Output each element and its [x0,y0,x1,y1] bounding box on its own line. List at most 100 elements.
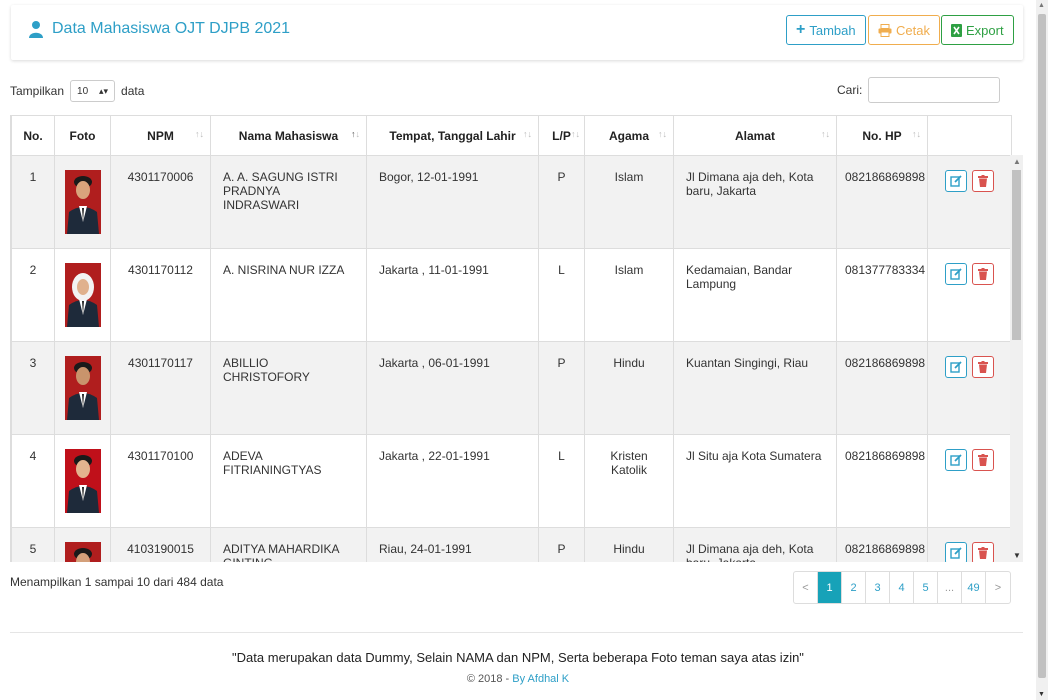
page-button-49[interactable]: 49 [962,572,986,603]
cell-foto [54,155,111,249]
cell-no: 1 [11,155,55,249]
table-row: 1 4301170006 A. A. SAGUNG ISTRI PRADNYA IN… [11,155,1011,249]
show-suffix: data [121,84,145,98]
edit-button[interactable] [945,356,967,378]
student-photo [64,263,101,327]
edit-button[interactable] [945,542,967,562]
search-label: Cari: [837,83,863,97]
next-page-button[interactable]: > [986,572,1010,603]
edit-button[interactable] [945,170,967,192]
prev-page-button[interactable]: < [794,572,818,603]
page-button-1[interactable]: 1 [818,572,842,603]
page-length-control: Tampilkan 10 ▴▾ data [10,80,144,102]
edit-icon [950,547,962,559]
cell-alamat: Jl Situ aja Kota Sumatera [673,434,837,528]
col-ttl[interactable]: Tempat, Tanggal Lahir ↑↓ [366,115,539,156]
edit-icon [950,175,962,187]
delete-button[interactable] [972,356,994,378]
edit-button[interactable] [945,263,967,285]
cell-foto [54,527,111,562]
sort-asc-icon: ↑↓ [351,129,360,139]
tambah-label: Tambah [809,22,856,38]
trash-icon [978,268,988,280]
cell-lp: P [538,341,585,435]
cell-ttl: Jakarta , 06-01-1991 [366,341,539,435]
page-button-4[interactable]: 4 [890,572,914,603]
page-button-3[interactable]: 3 [866,572,890,603]
cell-foto [54,248,111,342]
edit-icon [950,268,962,280]
cell-no: 4 [11,434,55,528]
cell-agama: Hindu [584,527,674,562]
table-scrollbar[interactable]: ▲ ▼ [1010,155,1023,562]
table-row: 2 4301170112 A. NISRINA NUR IZZA Jakarta , … [11,248,1011,342]
table-row: 3 4301170117 ABILLIO CHRISTOFORY Jakarta , … [11,341,1011,435]
col-hp-label: No. HP [862,128,902,143]
tambah-button[interactable]: + Tambah [786,15,866,45]
cell-foto [54,434,111,528]
cell-agama: Kristen Katolik [584,434,674,528]
col-alamat[interactable]: Alamat ↑↓ [673,115,837,156]
author-link[interactable]: By Afdhal K [512,673,569,685]
cetak-label: Cetak [896,22,930,38]
col-foto: Foto [54,115,111,156]
cell-agama: Islam [584,155,674,249]
col-nama[interactable]: Nama Mahasiswa ↑↓ [210,115,367,156]
col-npm[interactable]: NPM ↑↓ [110,115,211,156]
scroll-up-icon[interactable]: ▲ [1013,157,1021,166]
cell-npm: 4103190015 [110,527,211,562]
page-length-value: 10 [77,85,89,97]
scroll-down-icon[interactable]: ▼ [1013,551,1021,560]
cetak-button[interactable]: Cetak [868,15,940,45]
col-hp[interactable]: No. HP ↑↓ [836,115,928,156]
student-photo [64,542,101,562]
cell-no: 3 [11,341,55,435]
delete-button[interactable] [972,542,994,562]
cell-ttl: Jakarta , 22-01-1991 [366,434,539,528]
edit-button[interactable] [945,449,967,471]
cell-agama: Islam [584,248,674,342]
page-button-5[interactable]: 5 [914,572,938,603]
page-header: Data Mahasiswa OJT DJPB 2021 + Tambah Ce… [11,5,1023,60]
col-agama[interactable]: Agama ↑↓ [584,115,674,156]
table-row: 5 4103190015ADITYA MAHARDIKA GINTINGRiau,… [11,527,1011,562]
trash-icon [978,454,988,466]
user-icon [29,21,43,38]
cell-actions [927,248,1011,342]
show-prefix: Tampilkan [10,84,65,98]
export-button[interactable]: Export [941,15,1014,45]
table-scroll-thumb[interactable] [1012,170,1021,340]
page-title: Data Mahasiswa OJT DJPB 2021 [28,20,290,38]
delete-button[interactable] [972,263,994,285]
page-scroll-up-icon[interactable]: ▲ [1038,2,1045,9]
cell-hp: 082186869898 [836,155,928,249]
cell-alamat: Jl Dimana aja deh, Kota baru, Jakarta [673,155,837,249]
row-actions [932,170,1007,192]
page-length-select[interactable]: 10 ▴▾ [70,80,116,102]
cell-npm: 4301170117 [110,341,211,435]
search-input[interactable] [868,77,1001,103]
cell-nama: A. NISRINA NUR IZZA [210,248,367,342]
page-scroll-down-icon[interactable]: ▼ [1038,691,1045,698]
page-scroll-thumb[interactable] [1038,14,1046,678]
col-nama-label: Nama Mahasiswa [238,128,339,143]
col-ttl-label: Tempat, Tanggal Lahir [389,128,516,143]
sort-icon: ↑↓ [523,129,532,139]
footer-divider [10,632,1023,633]
row-actions [932,542,1007,562]
data-table: No. Foto NPM ↑↓ Nama Mahasiswa ↑↓ Tempat, … [11,115,1011,562]
col-lp[interactable]: L/P ↑↓ [538,115,585,156]
col-alamat-label: Alamat [734,128,775,143]
cell-npm: 4301170100 [110,434,211,528]
sort-icon: ↑↓ [195,129,204,139]
table-row: 4 4301170100 ADEVA FITRIANINGTYAS Jakarta ,… [11,434,1011,528]
delete-button[interactable] [972,449,994,471]
cell-ttl: Bogor, 12-01-1991 [366,155,539,249]
col-no[interactable]: No. [11,115,55,156]
delete-button[interactable] [972,170,994,192]
trash-icon [978,361,988,373]
row-actions [932,449,1007,471]
col-lp-label: L/P [552,128,571,143]
page-scrollbar[interactable]: ▲ ▼ [1036,0,1048,700]
page-button-2[interactable]: 2 [842,572,866,603]
